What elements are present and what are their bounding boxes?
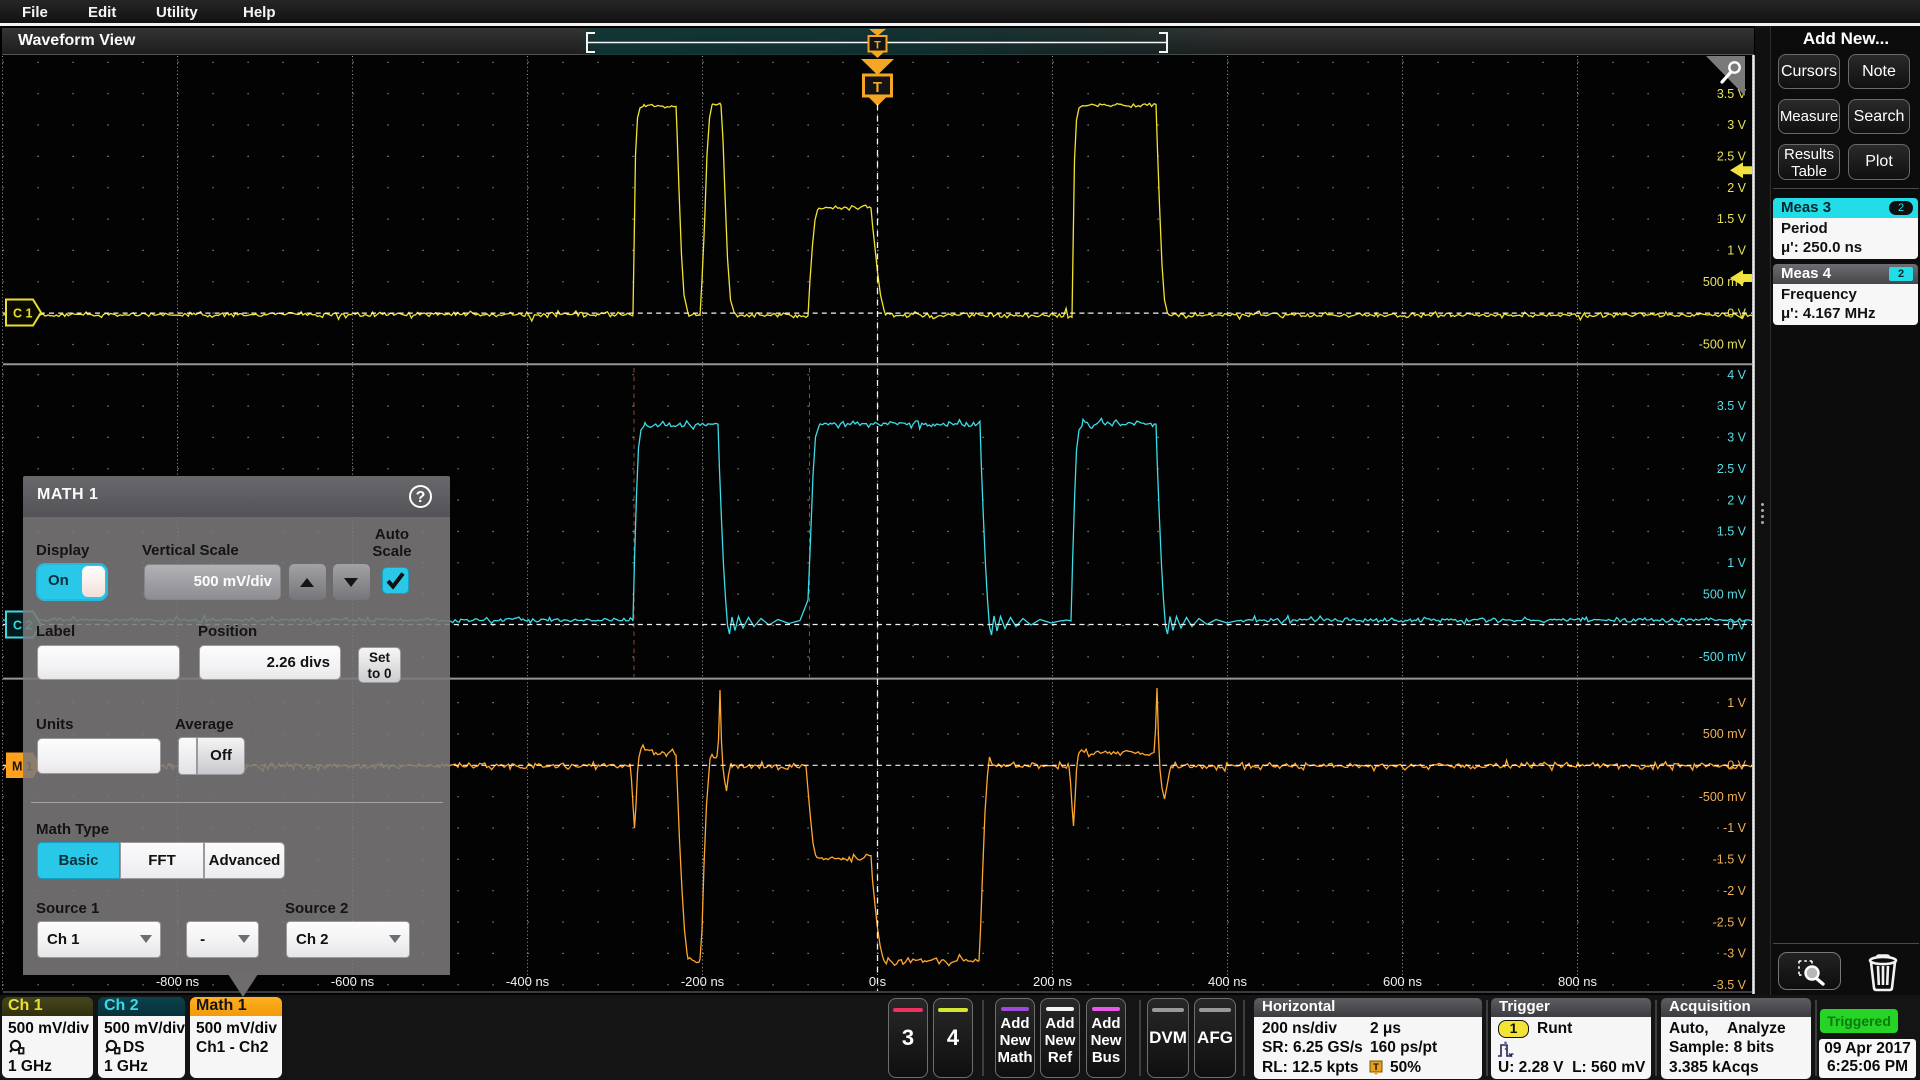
svg-text:2 V: 2 V (1727, 493, 1746, 507)
svg-text:-400 ns: -400 ns (506, 974, 550, 989)
svg-text:-800 ns: -800 ns (156, 974, 200, 989)
svg-text:-500 mV: -500 mV (1699, 338, 1747, 352)
svg-text:500 mV: 500 mV (1703, 587, 1747, 601)
svg-text:3 V: 3 V (1727, 431, 1746, 445)
svg-text:500 mV: 500 mV (1703, 727, 1747, 741)
svg-text:-500 mV: -500 mV (1699, 790, 1747, 804)
svg-text:T: T (1373, 1062, 1379, 1073)
svg-text:-200 ns: -200 ns (681, 974, 725, 989)
svg-text:200 ns: 200 ns (1033, 974, 1073, 989)
svg-text:-1 V: -1 V (1723, 821, 1747, 835)
svg-text:1 V: 1 V (1727, 696, 1746, 710)
svg-text:C 1: C 1 (13, 307, 33, 321)
svg-text:3.5 V: 3.5 V (1717, 399, 1747, 413)
svg-text:-3.5 V: -3.5 V (1713, 978, 1747, 992)
svg-text:-600 ns: -600 ns (331, 974, 375, 989)
svg-text:2.5 V: 2.5 V (1717, 150, 1747, 164)
svg-text:-2.5 V: -2.5 V (1713, 915, 1747, 929)
svg-text:-500 mV: -500 mV (1699, 650, 1747, 664)
svg-text:1.5 V: 1.5 V (1717, 212, 1747, 226)
svg-text:800 ns: 800 ns (1558, 974, 1598, 989)
svg-text:2.5 V: 2.5 V (1717, 462, 1747, 476)
svg-text:3 V: 3 V (1727, 118, 1746, 132)
svg-text:1 V: 1 V (1727, 244, 1746, 258)
svg-text:T: T (874, 40, 881, 52)
svg-text:1.5 V: 1.5 V (1717, 525, 1747, 539)
svg-text:2 V: 2 V (1727, 181, 1746, 195)
svg-text:1 V: 1 V (1727, 556, 1746, 570)
svg-text:400 ns: 400 ns (1208, 974, 1248, 989)
svg-text:4 V: 4 V (1727, 368, 1746, 382)
svg-text:-2 V: -2 V (1723, 884, 1747, 898)
svg-text:-3 V: -3 V (1723, 947, 1747, 961)
svg-text:T: T (873, 79, 882, 96)
svg-text:-1.5 V: -1.5 V (1713, 853, 1747, 867)
svg-text:600 ns: 600 ns (1383, 974, 1423, 989)
